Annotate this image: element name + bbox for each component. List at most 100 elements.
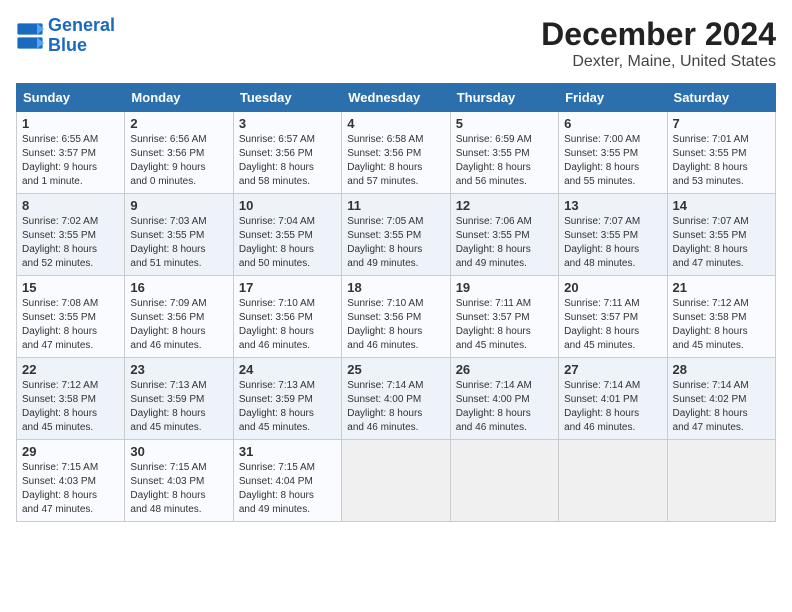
day-info: Sunrise: 7:07 AM Sunset: 3:55 PM Dayligh… xyxy=(564,215,661,271)
day-info: Sunrise: 7:11 AM Sunset: 3:57 PM Dayligh… xyxy=(456,297,553,353)
day-info: Sunrise: 7:13 AM Sunset: 3:59 PM Dayligh… xyxy=(239,379,336,435)
day-number: 22 xyxy=(22,362,119,377)
day-info: Sunrise: 7:14 AM Sunset: 4:00 PM Dayligh… xyxy=(347,379,444,435)
calendar-cell: 18Sunrise: 7:10 AM Sunset: 3:56 PM Dayli… xyxy=(342,276,450,358)
calendar-title: December 2024 xyxy=(541,16,776,53)
col-header-tuesday: Tuesday xyxy=(233,84,341,112)
day-number: 30 xyxy=(130,444,227,459)
day-number: 13 xyxy=(564,198,661,213)
day-number: 4 xyxy=(347,116,444,131)
day-info: Sunrise: 7:10 AM Sunset: 3:56 PM Dayligh… xyxy=(347,297,444,353)
calendar-cell: 19 Sunrise: 7:11 AM Sunset: 3:57 PM Dayli… xyxy=(450,276,558,358)
week-row-4: 22 Sunrise: 7:12 AM Sunset: 3:58 PM Dayli… xyxy=(17,358,776,440)
col-header-wednesday: Wednesday xyxy=(342,84,450,112)
day-info: Sunrise: 7:08 AM Sunset: 3:55 PM Dayligh… xyxy=(22,297,119,353)
day-number: 3 xyxy=(239,116,336,131)
day-number: 12 xyxy=(456,198,553,213)
day-number: 29 xyxy=(22,444,119,459)
calendar-cell: 7 Sunrise: 7:01 AM Sunset: 3:55 PM Daylig… xyxy=(667,112,775,194)
day-number: 25 xyxy=(347,362,444,377)
day-number: 10 xyxy=(239,198,336,213)
day-info: Sunrise: 6:56 AM Sunset: 3:56 PM Dayligh… xyxy=(130,133,227,189)
day-number: 9 xyxy=(130,198,227,213)
day-number: 17 xyxy=(239,280,336,295)
day-info: Sunrise: 7:06 AM Sunset: 3:55 PM Dayligh… xyxy=(456,215,553,271)
day-number: 15 xyxy=(22,280,119,295)
calendar-cell: 24 Sunrise: 7:13 AM Sunset: 3:59 PM Dayli… xyxy=(233,358,341,440)
week-row-1: 1Sunrise: 6:55 AM Sunset: 3:57 PM Daylig… xyxy=(17,112,776,194)
calendar-cell xyxy=(667,440,775,522)
day-info: Sunrise: 7:15 AM Sunset: 4:03 PM Dayligh… xyxy=(130,461,227,517)
calendar-cell: 1Sunrise: 6:55 AM Sunset: 3:57 PM Daylig… xyxy=(17,112,125,194)
day-number: 11 xyxy=(347,198,444,213)
day-info: Sunrise: 6:57 AM Sunset: 3:56 PM Dayligh… xyxy=(239,133,336,189)
day-number: 27 xyxy=(564,362,661,377)
calendar-cell: 26 Sunrise: 7:14 AM Sunset: 4:00 PM Dayli… xyxy=(450,358,558,440)
calendar-cell: 11 Sunrise: 7:05 AM Sunset: 3:55 PM Dayli… xyxy=(342,194,450,276)
calendar-cell: 13 Sunrise: 7:07 AM Sunset: 3:55 PM Dayli… xyxy=(559,194,667,276)
calendar-cell: 21 Sunrise: 7:12 AM Sunset: 3:58 PM Dayli… xyxy=(667,276,775,358)
day-number: 5 xyxy=(456,116,553,131)
calendar-cell: 3 Sunrise: 6:57 AM Sunset: 3:56 PM Daylig… xyxy=(233,112,341,194)
day-info: Sunrise: 7:09 AM Sunset: 3:56 PM Dayligh… xyxy=(130,297,227,353)
day-info: Sunrise: 6:59 AM Sunset: 3:55 PM Dayligh… xyxy=(456,133,553,189)
day-info: Sunrise: 7:01 AM Sunset: 3:55 PM Dayligh… xyxy=(673,133,770,189)
day-number: 31 xyxy=(239,444,336,459)
logo-line2: Blue xyxy=(48,35,87,55)
title-area: December 2024 Dexter, Maine, United Stat… xyxy=(541,16,776,71)
week-row-2: 8 Sunrise: 7:02 AM Sunset: 3:55 PM Daylig… xyxy=(17,194,776,276)
day-number: 21 xyxy=(673,280,770,295)
calendar-cell: 28Sunrise: 7:14 AM Sunset: 4:02 PM Dayli… xyxy=(667,358,775,440)
calendar-subtitle: Dexter, Maine, United States xyxy=(541,53,776,71)
calendar-cell xyxy=(559,440,667,522)
calendar-cell: 23Sunrise: 7:13 AM Sunset: 3:59 PM Dayli… xyxy=(125,358,233,440)
day-info: Sunrise: 7:07 AM Sunset: 3:55 PM Dayligh… xyxy=(673,215,770,271)
day-number: 19 xyxy=(456,280,553,295)
day-number: 23 xyxy=(130,362,227,377)
col-header-saturday: Saturday xyxy=(667,84,775,112)
day-number: 20 xyxy=(564,280,661,295)
day-info: Sunrise: 7:11 AM Sunset: 3:57 PM Dayligh… xyxy=(564,297,661,353)
day-info: Sunrise: 7:02 AM Sunset: 3:55 PM Dayligh… xyxy=(22,215,119,271)
day-info: Sunrise: 7:05 AM Sunset: 3:55 PM Dayligh… xyxy=(347,215,444,271)
calendar-table: SundayMondayTuesdayWednesdayThursdayFrid… xyxy=(16,83,776,522)
day-number: 2 xyxy=(130,116,227,131)
day-info: Sunrise: 7:12 AM Sunset: 3:58 PM Dayligh… xyxy=(22,379,119,435)
calendar-cell: 30 Sunrise: 7:15 AM Sunset: 4:03 PM Dayli… xyxy=(125,440,233,522)
day-number: 7 xyxy=(673,116,770,131)
calendar-body: 1Sunrise: 6:55 AM Sunset: 3:57 PM Daylig… xyxy=(17,112,776,522)
day-number: 24 xyxy=(239,362,336,377)
calendar-cell: 6 Sunrise: 7:00 AM Sunset: 3:55 PM Daylig… xyxy=(559,112,667,194)
calendar-cell: 8 Sunrise: 7:02 AM Sunset: 3:55 PM Daylig… xyxy=(17,194,125,276)
day-number: 8 xyxy=(22,198,119,213)
calendar-cell: 14Sunrise: 7:07 AM Sunset: 3:55 PM Dayli… xyxy=(667,194,775,276)
calendar-cell: 31Sunrise: 7:15 AM Sunset: 4:04 PM Dayli… xyxy=(233,440,341,522)
day-info: Sunrise: 7:14 AM Sunset: 4:02 PM Dayligh… xyxy=(673,379,770,435)
calendar-cell: 16 Sunrise: 7:09 AM Sunset: 3:56 PM Dayli… xyxy=(125,276,233,358)
calendar-cell: 29 Sunrise: 7:15 AM Sunset: 4:03 PM Dayli… xyxy=(17,440,125,522)
calendar-cell: 22 Sunrise: 7:12 AM Sunset: 3:58 PM Dayli… xyxy=(17,358,125,440)
day-info: Sunrise: 7:15 AM Sunset: 4:03 PM Dayligh… xyxy=(22,461,119,517)
day-info: Sunrise: 7:04 AM Sunset: 3:55 PM Dayligh… xyxy=(239,215,336,271)
day-info: Sunrise: 7:12 AM Sunset: 3:58 PM Dayligh… xyxy=(673,297,770,353)
calendar-cell: 15 Sunrise: 7:08 AM Sunset: 3:55 PM Dayli… xyxy=(17,276,125,358)
calendar-cell: 12 Sunrise: 7:06 AM Sunset: 3:55 PM Dayli… xyxy=(450,194,558,276)
day-number: 6 xyxy=(564,116,661,131)
day-info: Sunrise: 7:14 AM Sunset: 4:01 PM Dayligh… xyxy=(564,379,661,435)
day-number: 16 xyxy=(130,280,227,295)
day-number: 1 xyxy=(22,116,119,131)
logo-icon xyxy=(16,22,44,50)
calendar-cell: 20 Sunrise: 7:11 AM Sunset: 3:57 PM Dayli… xyxy=(559,276,667,358)
calendar-cell: 5 Sunrise: 6:59 AM Sunset: 3:55 PM Daylig… xyxy=(450,112,558,194)
logo: General Blue xyxy=(16,16,115,56)
calendar-cell xyxy=(450,440,558,522)
logo-line1: General xyxy=(48,15,115,35)
calendar-cell xyxy=(342,440,450,522)
week-row-3: 15 Sunrise: 7:08 AM Sunset: 3:55 PM Dayli… xyxy=(17,276,776,358)
calendar-cell: 17Sunrise: 7:10 AM Sunset: 3:56 PM Dayli… xyxy=(233,276,341,358)
header-row: SundayMondayTuesdayWednesdayThursdayFrid… xyxy=(17,84,776,112)
day-number: 26 xyxy=(456,362,553,377)
day-info: Sunrise: 7:00 AM Sunset: 3:55 PM Dayligh… xyxy=(564,133,661,189)
calendar-header: SundayMondayTuesdayWednesdayThursdayFrid… xyxy=(17,84,776,112)
day-info: Sunrise: 7:14 AM Sunset: 4:00 PM Dayligh… xyxy=(456,379,553,435)
